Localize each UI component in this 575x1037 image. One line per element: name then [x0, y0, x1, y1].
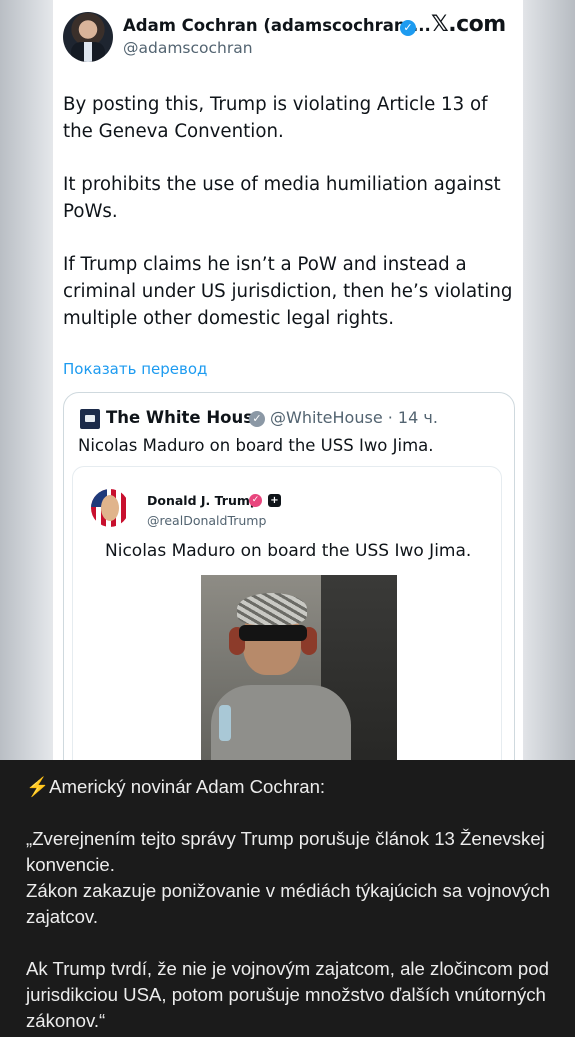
avatar-shirt — [84, 42, 92, 62]
tweet-paragraph: By posting this, Trump is violating Arti… — [63, 94, 488, 142]
caption-line: Zákon zakazuje ponižovanie v médiách týk… — [26, 880, 556, 927]
photo-person-body — [211, 685, 351, 760]
tweet-paragraph: It prohibits the use of media humiliatio… — [63, 174, 501, 222]
embedded-photo[interactable] — [201, 575, 397, 760]
blackout-goggles — [239, 625, 307, 641]
author-avatar[interactable] — [63, 12, 113, 62]
trump-avatar — [91, 489, 129, 527]
caption-headline-line: ⚡Americký novinár Adam Cochran: — [26, 774, 561, 800]
message-caption: ⚡Americký novinár Adam Cochran: „Zverejn… — [0, 760, 575, 1037]
verified-badge-icon: ✓ — [400, 20, 416, 36]
caption-gap — [26, 800, 561, 826]
x-com-logo: 𝕏.com — [431, 12, 506, 37]
water-bottle — [219, 705, 231, 741]
affiliate-badge-icon: + — [268, 494, 281, 507]
tweet-body: By posting this, Trump is violating Arti… — [63, 91, 513, 358]
embedded-author-name: Donald J. Trump — [147, 493, 259, 508]
caption-line: „Zverejnením tejto správy Trump porušuje… — [26, 828, 550, 875]
embedded-author-handle: @realDonaldTrump — [147, 513, 267, 528]
caption-headline: Americký novinár Adam Cochran: — [49, 776, 326, 797]
embedded-post[interactable]: Donald J. Trump ✓ + @realDonaldTrump Nic… — [72, 466, 502, 760]
translate-link[interactable]: Показать перевод — [63, 360, 207, 378]
photo-person-hair — [237, 593, 307, 625]
quoted-handle-time: @WhiteHouse · 14 ч. — [270, 408, 438, 427]
author-name[interactable]: Adam Cochran (adamscochran.... — [123, 16, 431, 35]
caption-line: Ak Trump tvrdí, že nie je vojnovým zajat… — [26, 958, 555, 1031]
gov-verified-badge-icon: ✓ — [249, 411, 265, 427]
quoted-text: Nicolas Maduro on board the USS Iwo Jima… — [78, 436, 434, 455]
caption-gap — [26, 930, 561, 956]
white-house-avatar — [80, 409, 100, 429]
embedded-text: Nicolas Maduro on board the USS Iwo Jima… — [105, 541, 472, 561]
tweet-paragraph: If Trump claims he isn’t a PoW and inste… — [63, 254, 513, 329]
verified-badge-icon: ✓ — [249, 494, 262, 507]
caption-text: ⚡Americký novinár Adam Cochran: „Zverejn… — [26, 774, 561, 1034]
author-handle[interactable]: @adamscochran — [123, 39, 253, 57]
tweet-card: Adam Cochran (adamscochran.... ✓ @adamsc… — [53, 0, 523, 760]
lightning-icon: ⚡ — [26, 776, 50, 797]
quoted-author-name: The White House — [106, 408, 265, 427]
quoted-tweet[interactable]: The White House ✓ @WhiteHouse · 14 ч. Ni… — [63, 392, 515, 760]
